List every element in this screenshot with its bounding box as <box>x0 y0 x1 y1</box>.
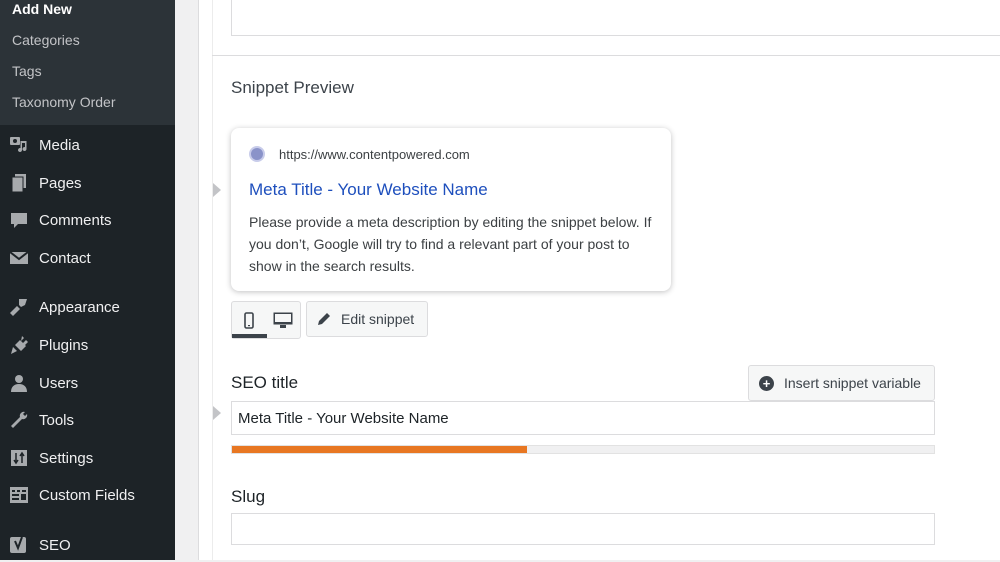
sidebar-item-label: SEO <box>39 536 71 554</box>
submenu-categories[interactable]: Categories <box>12 32 80 48</box>
sidebar-item-users[interactable]: Users <box>0 366 175 400</box>
snippet-preview-title: Snippet Preview <box>231 78 354 97</box>
desktop-preview-button[interactable] <box>266 302 300 338</box>
sidebar-item-tools[interactable]: Tools <box>0 403 175 437</box>
sidebar-item-label: Settings <box>39 449 94 467</box>
preview-mode-toggle <box>231 301 301 339</box>
media-icon <box>9 135 29 155</box>
insert-snippet-variable-button[interactable]: + Insert snippet variable <box>748 365 935 401</box>
snippet-preview-card[interactable]: https://www.contentpowered.com Meta Titl… <box>231 128 671 291</box>
seo-title-input[interactable] <box>231 401 935 435</box>
mobile-icon <box>244 311 254 329</box>
edit-snippet-label: Edit snippet <box>341 311 415 327</box>
mobile-preview-button[interactable] <box>232 302 267 338</box>
divider <box>212 55 1000 56</box>
sidebar-item-media[interactable]: Media <box>0 128 175 162</box>
previous-field-input[interactable] <box>231 0 1000 36</box>
submenu-taxonomy-order[interactable]: Taxonomy Order <box>12 94 115 110</box>
sidebar-item-comments[interactable]: Comments <box>0 203 175 237</box>
posts-submenu: Add New Categories Tags Taxonomy Order <box>0 0 175 125</box>
pages-icon <box>9 173 29 193</box>
pencil-icon <box>318 313 330 325</box>
slug-input[interactable] <box>231 513 935 545</box>
plus-circle-icon: + <box>759 375 774 391</box>
edit-snippet-button[interactable]: Edit snippet <box>306 301 428 337</box>
desktop-icon <box>273 312 293 328</box>
sidebar-item-label: Users <box>39 374 79 392</box>
sidebar-item-seo[interactable]: SEO <box>0 528 175 562</box>
settings-sliders-icon <box>9 448 29 468</box>
caret-right-icon <box>213 183 221 197</box>
sidebar-item-plugins[interactable]: Plugins <box>0 328 175 362</box>
progress-fill <box>232 446 527 453</box>
submenu-tags[interactable]: Tags <box>12 63 42 79</box>
slug-label: Slug <box>231 487 266 506</box>
insert-snippet-variable-label: Insert snippet variable <box>784 375 921 391</box>
sidebar-item-contact[interactable]: Contact <box>0 241 175 275</box>
snippet-meta-title[interactable]: Meta Title - Your Website Name <box>249 180 488 200</box>
sidebar-item-settings[interactable]: Settings <box>0 441 175 475</box>
sidebar-item-pages[interactable]: Pages <box>0 166 175 200</box>
admin-sidebar: Add New Categories Tags Taxonomy Order M… <box>0 0 175 560</box>
sidebar-item-appearance[interactable]: Appearance <box>0 290 175 324</box>
sidebar-item-label: Appearance <box>39 298 120 316</box>
seo-title-length-progress <box>231 445 935 454</box>
divider <box>212 0 213 560</box>
submenu-add-new[interactable]: Add New <box>12 1 72 17</box>
sidebar-item-label: Custom Fields <box>39 486 135 504</box>
sidebar-item-label: Pages <box>39 174 82 192</box>
paintbrush-icon <box>9 297 29 317</box>
envelope-icon <box>9 248 29 268</box>
globe-icon <box>249 146 265 162</box>
sidebar-item-custom-fields[interactable]: Custom Fields <box>0 478 175 512</box>
wrench-icon <box>9 410 29 430</box>
caret-right-icon <box>213 406 221 420</box>
user-icon <box>9 373 29 393</box>
custom-fields-icon <box>9 485 29 505</box>
sidebar-item-label: Plugins <box>39 336 89 354</box>
sidebar-item-label: Tools <box>39 411 75 429</box>
plugin-icon <box>9 335 29 355</box>
comments-icon <box>9 210 29 230</box>
sidebar-item-label: Contact <box>39 249 91 267</box>
sidebar-item-label: Media <box>39 136 80 154</box>
sidebar-item-label: Comments <box>39 211 112 229</box>
snippet-url: https://www.contentpowered.com <box>279 147 470 162</box>
seo-title-label: SEO title <box>231 373 299 392</box>
snippet-meta-description: Please provide a meta description by edi… <box>249 214 652 274</box>
admin-gutter <box>175 0 199 560</box>
yoast-icon <box>9 535 29 555</box>
